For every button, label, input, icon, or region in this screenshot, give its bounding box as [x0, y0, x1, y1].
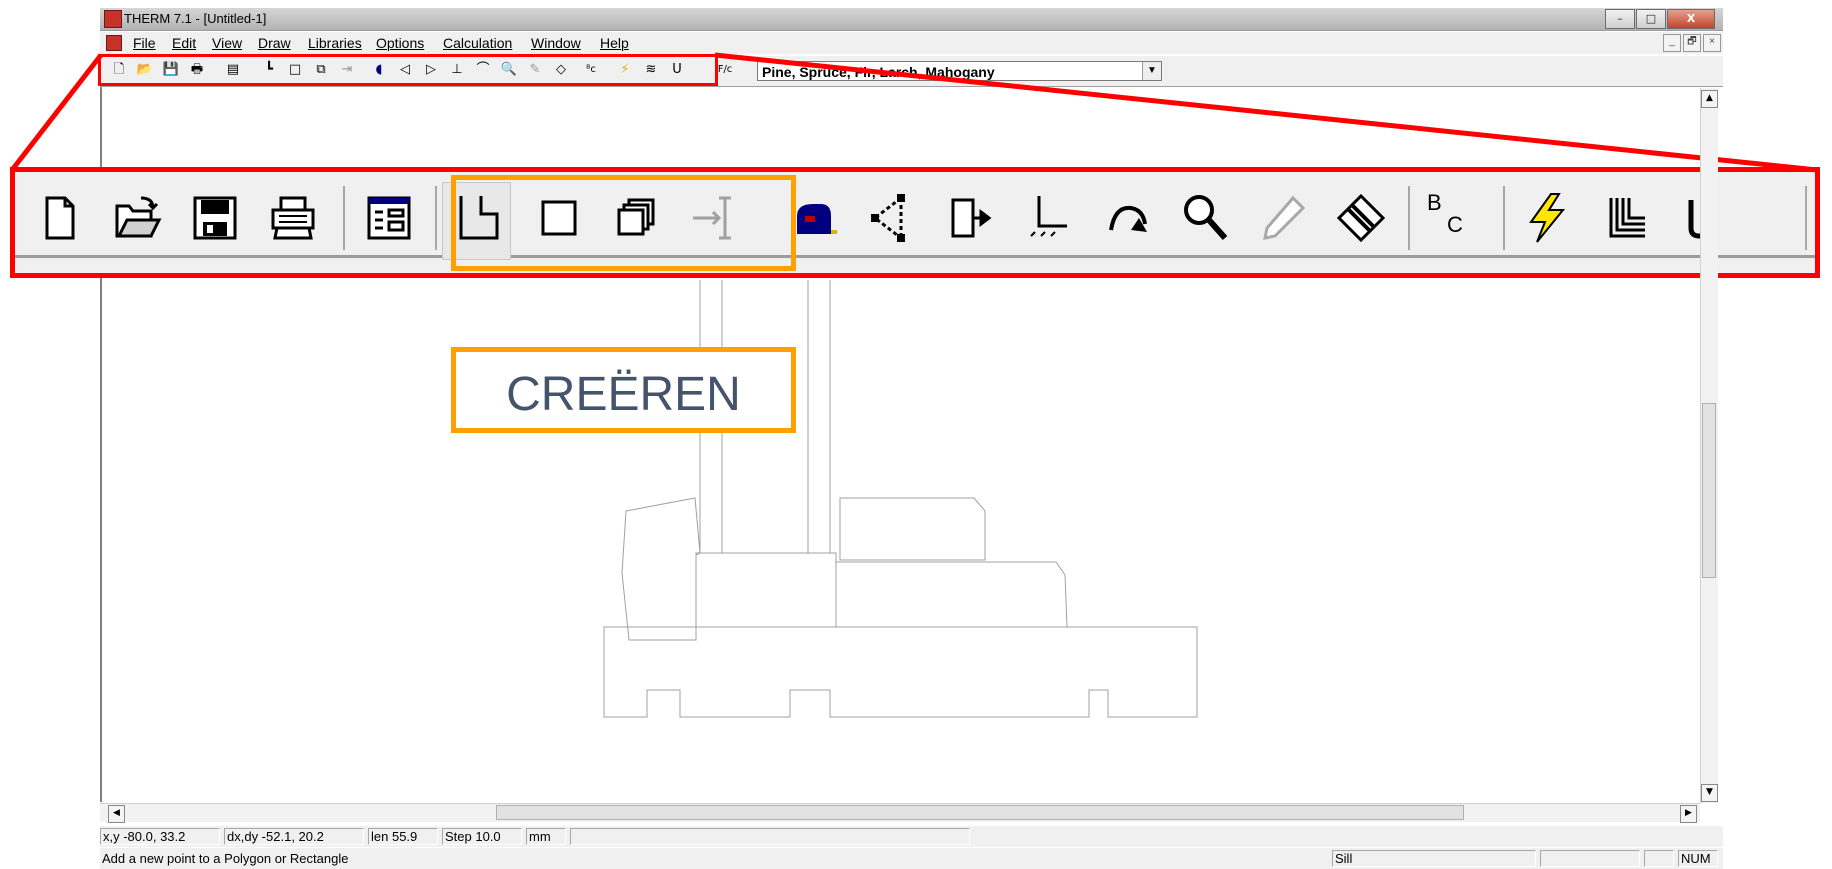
xy-readout: x,y -80.0, 33.2 — [100, 828, 220, 845]
hint-status-bar: Add a new point to a Polygon or Rectangl… — [100, 848, 1723, 869]
scroll-down-arrow-icon[interactable]: ▼ — [1701, 784, 1718, 802]
zoomed-toolbar-highlight — [10, 167, 1820, 278]
create-tools-highlight — [451, 175, 796, 271]
num-lock-indicator: NUM — [1678, 850, 1718, 867]
boundary-status: Sill — [1332, 850, 1536, 867]
step-readout: Step 10.0 — [442, 828, 522, 845]
scroll-left-arrow-icon[interactable]: ◀ — [108, 805, 125, 823]
vertical-scroll-thumb[interactable] — [1702, 403, 1716, 578]
status-hint: Add a new point to a Polygon or Rectangl… — [102, 851, 349, 866]
scroll-right-arrow-icon[interactable]: ▶ — [1680, 805, 1697, 823]
horizontal-scroll-thumb[interactable] — [496, 805, 1464, 820]
coordinate-status-bar: x,y -80.0, 33.2 dx,dy -52.1, 20.2 len 55… — [100, 826, 1723, 847]
status-field-empty — [1540, 850, 1640, 867]
length-readout: len 55.9 — [368, 828, 438, 845]
zoom-connector-lines — [10, 52, 1818, 173]
status-field-empty — [1644, 850, 1674, 867]
horizontal-scrollbar[interactable]: ◀ ▶ — [100, 803, 1700, 823]
units-readout: mm — [526, 828, 566, 845]
status-field-empty — [570, 828, 970, 845]
scroll-up-arrow-icon[interactable]: ▲ — [1701, 90, 1718, 108]
vertical-scrollbar[interactable]: ▲ ▼ — [1700, 88, 1718, 803]
dxdy-readout: dx,dy -52.1, 20.2 — [224, 828, 364, 845]
